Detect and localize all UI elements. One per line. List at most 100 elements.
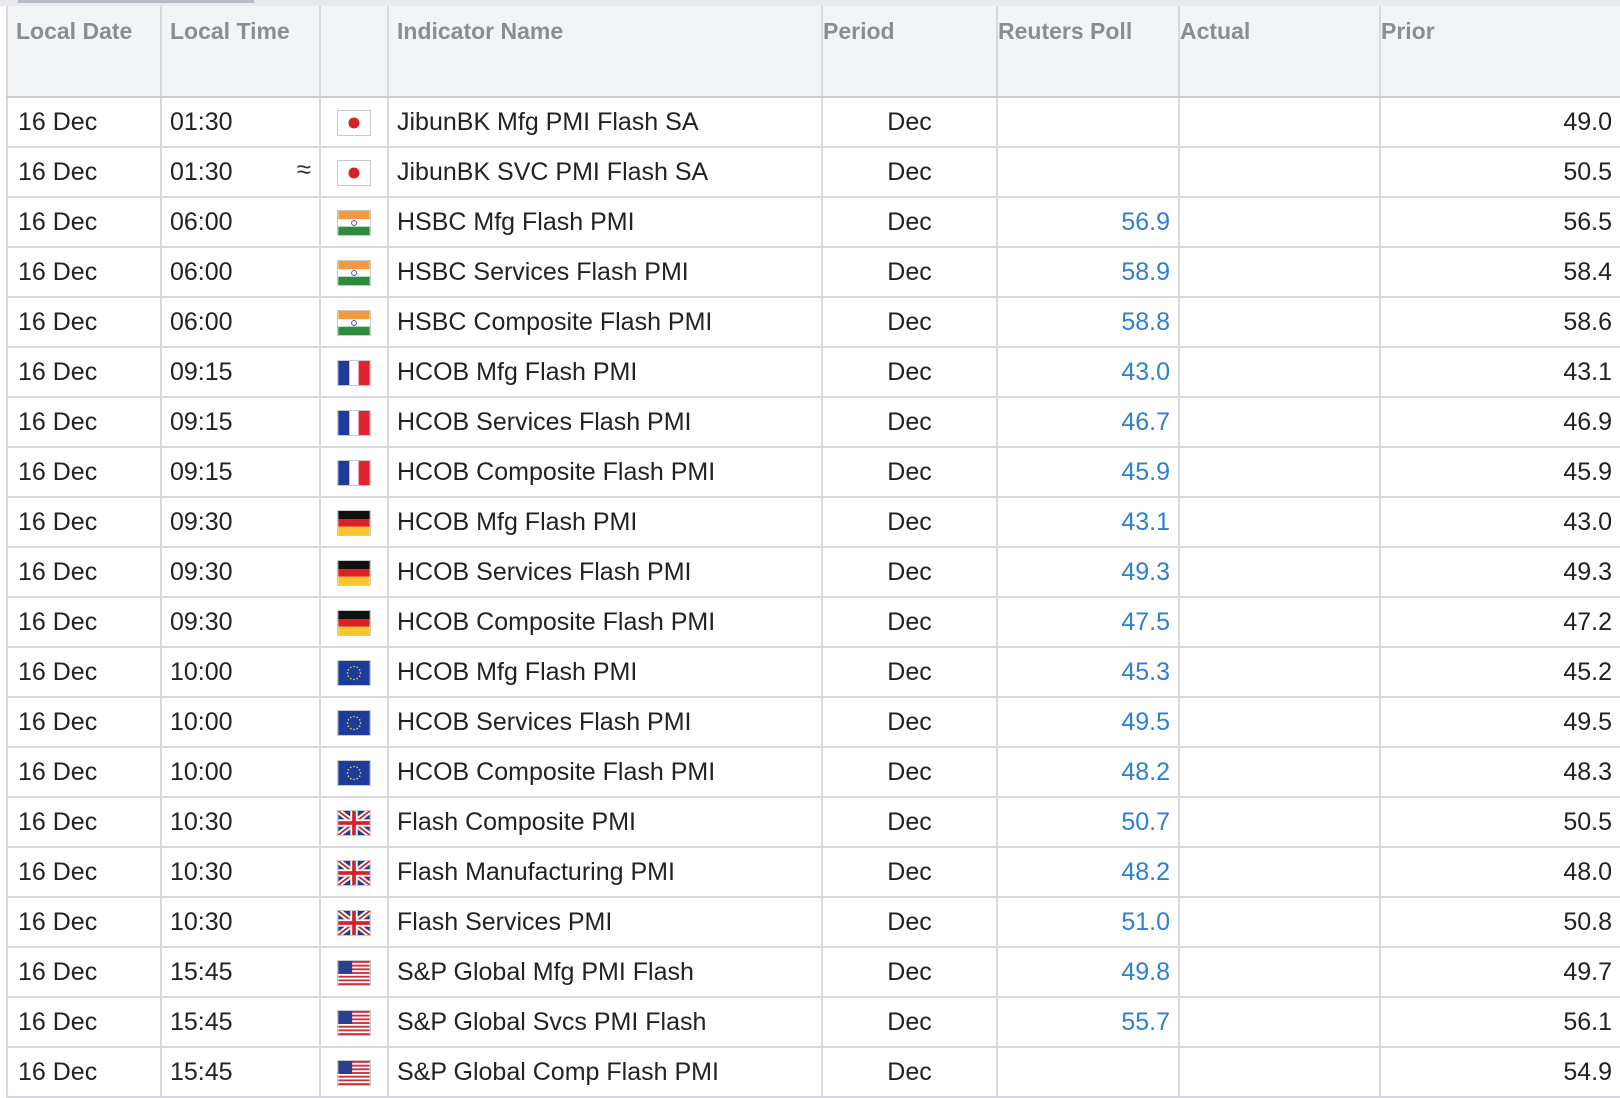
table-row[interactable]: 16 Dec 09:15 HCOB Services Flash PMI Dec 46.…	[6, 397, 1620, 448]
cell-reuters-poll[interactable]: 58.8	[997, 297, 1180, 348]
cell-reuters-poll[interactable]: 43.0	[997, 347, 1180, 398]
cell-reuters-poll[interactable]: 45.9	[997, 447, 1180, 498]
cell-actual	[1179, 597, 1381, 648]
cell-indicator-name[interactable]: S&P Global Svcs PMI Flash	[388, 997, 823, 1048]
france-flag-icon	[337, 459, 371, 486]
cell-indicator-name[interactable]: HSBC Mfg Flash PMI	[388, 197, 823, 248]
cell-reuters-poll[interactable]: 58.9	[997, 247, 1180, 298]
cell-reuters-poll[interactable]: 49.5	[997, 697, 1180, 748]
cell-country-flag	[320, 547, 389, 598]
cell-local-time: 06:00	[161, 247, 321, 298]
cell-reuters-poll[interactable]: 51.0	[997, 897, 1180, 948]
table-row[interactable]: 16 Dec 06:00 HSBC Mfg Flash PMI Dec 56.9 56.5	[6, 197, 1620, 248]
cell-reuters-poll[interactable]: 47.5	[997, 597, 1180, 648]
table-row[interactable]: 16 Dec 09:30 HCOB Mfg Flash PMI Dec 43.1 43.0	[6, 497, 1620, 548]
cell-reuters-poll[interactable]: 49.3	[997, 547, 1180, 598]
cell-local-date: 16 Dec	[6, 497, 162, 548]
cell-prior: 50.5	[1380, 797, 1620, 848]
cell-local-time: 06:00	[161, 297, 321, 348]
table-row[interactable]: 16 Dec 06:00 HSBC Services Flash PMI Dec 58.…	[6, 247, 1620, 298]
table-row[interactable]: 16 Dec 10:30 Flash Manufacturing PMI Dec 48.…	[6, 847, 1620, 898]
cell-reuters-poll[interactable]	[997, 97, 1180, 148]
column-header-period[interactable]: Period	[822, 6, 998, 98]
cell-indicator-name[interactable]: HCOB Mfg Flash PMI	[388, 497, 823, 548]
table-row[interactable]: 16 Dec 09:15 HCOB Mfg Flash PMI Dec 43.0 43.1	[6, 347, 1620, 398]
cell-country-flag	[320, 497, 389, 548]
table-row[interactable]: 16 Dec 01:30 ≈ JibunBK SVC PMI Flash SA Dec 5…	[6, 147, 1620, 198]
table-row[interactable]: 16 Dec 09:30 HCOB Services Flash PMI Dec 49.…	[6, 547, 1620, 598]
cell-indicator-name[interactable]: HCOB Mfg Flash PMI	[388, 347, 823, 398]
table-row[interactable]: 16 Dec 01:30 JibunBK Mfg PMI Flash SA Dec 49…	[6, 97, 1620, 148]
cell-indicator-name[interactable]: S&P Global Mfg PMI Flash	[388, 947, 823, 998]
cell-reuters-poll[interactable]: 48.2	[997, 747, 1180, 798]
time-text: 10:00	[170, 657, 233, 686]
cell-prior: 43.0	[1380, 497, 1620, 548]
cell-country-flag	[320, 797, 389, 848]
cell-local-time: 15:45	[161, 1047, 321, 1098]
cell-indicator-name[interactable]: HCOB Services Flash PMI	[388, 697, 823, 748]
column-header-local-time[interactable]: Local Time	[161, 6, 321, 98]
time-text: 09:30	[170, 507, 233, 536]
cell-indicator-name[interactable]: JibunBK SVC PMI Flash SA	[388, 147, 823, 198]
table-row[interactable]: 16 Dec 10:00 HCOB Mfg Flash PMI Dec 45.3 45.2	[6, 647, 1620, 698]
table-row[interactable]: 16 Dec 09:30 HCOB Composite Flash PMI Dec 47…	[6, 597, 1620, 648]
cell-reuters-poll[interactable]: 49.8	[997, 947, 1180, 998]
cell-indicator-name[interactable]: HCOB Services Flash PMI	[388, 397, 823, 448]
column-header-actual[interactable]: Actual	[1179, 6, 1381, 98]
cell-indicator-name[interactable]: HCOB Composite Flash PMI	[388, 597, 823, 648]
cell-indicator-name[interactable]: HCOB Services Flash PMI	[388, 547, 823, 598]
cell-indicator-name[interactable]: HCOB Composite Flash PMI	[388, 747, 823, 798]
cell-local-time: 10:30	[161, 797, 321, 848]
cell-country-flag	[320, 597, 389, 648]
time-text: 09:15	[170, 357, 233, 386]
cell-indicator-name[interactable]: HCOB Composite Flash PMI	[388, 447, 823, 498]
cell-prior: 47.2	[1380, 597, 1620, 648]
table-row[interactable]: 16 Dec 06:00 HSBC Composite Flash PMI Dec 58…	[6, 297, 1620, 348]
cell-reuters-poll[interactable]: 43.1	[997, 497, 1180, 548]
cell-country-flag	[320, 147, 389, 198]
cell-country-flag	[320, 447, 389, 498]
cell-local-time: 09:15	[161, 397, 321, 448]
cell-indicator-name[interactable]: JibunBK Mfg PMI Flash SA	[388, 97, 823, 148]
column-header-local-date[interactable]: Local Date	[6, 6, 162, 98]
cell-indicator-name[interactable]: HSBC Composite Flash PMI	[388, 297, 823, 348]
cell-local-date: 16 Dec	[6, 297, 162, 348]
cell-local-time: 09:30	[161, 547, 321, 598]
table-row[interactable]: 16 Dec 15:45 S&P Global Mfg PMI Flash Dec 49…	[6, 947, 1620, 998]
cell-indicator-name[interactable]: HCOB Mfg Flash PMI	[388, 647, 823, 698]
time-text: 06:00	[170, 257, 233, 286]
table-row[interactable]: 16 Dec 15:45 S&P Global Svcs PMI Flash Dec 5…	[6, 997, 1620, 1048]
cell-prior: 49.7	[1380, 947, 1620, 998]
column-header-reuters-poll[interactable]: Reuters Poll	[997, 6, 1180, 98]
cell-indicator-name[interactable]: Flash Services PMI	[388, 897, 823, 948]
cell-reuters-poll[interactable]: 56.9	[997, 197, 1180, 248]
cell-prior: 49.3	[1380, 547, 1620, 598]
cell-reuters-poll[interactable]: 50.7	[997, 797, 1180, 848]
cell-indicator-name[interactable]: S&P Global Comp Flash PMI	[388, 1047, 823, 1098]
cell-period: Dec	[822, 1047, 998, 1098]
column-header-prior[interactable]: Prior	[1380, 6, 1620, 98]
uk-flag-icon	[337, 809, 371, 836]
column-header-indicator-name[interactable]: Indicator Name	[388, 6, 823, 98]
cell-local-date: 16 Dec	[6, 647, 162, 698]
cell-period: Dec	[822, 547, 998, 598]
table-row[interactable]: 16 Dec 10:00 HCOB Composite Flash PMI Dec 48…	[6, 747, 1620, 798]
table-row[interactable]: 16 Dec 09:15 HCOB Composite Flash PMI Dec 45…	[6, 447, 1620, 498]
cell-reuters-poll[interactable]: 55.7	[997, 997, 1180, 1048]
cell-indicator-name[interactable]: Flash Manufacturing PMI	[388, 847, 823, 898]
active-tab-indicator[interactable]	[18, 0, 254, 3]
table-row[interactable]: 16 Dec 10:30 Flash Composite PMI Dec 50.7 50.…	[6, 797, 1620, 848]
table-row[interactable]: 16 Dec 15:45 S&P Global Comp Flash PMI Dec 5…	[6, 1047, 1620, 1098]
cell-reuters-poll[interactable]: 45.3	[997, 647, 1180, 698]
table-row[interactable]: 16 Dec 10:00 HCOB Services Flash PMI Dec 49.…	[6, 697, 1620, 748]
cell-indicator-name[interactable]: HSBC Services Flash PMI	[388, 247, 823, 298]
cell-reuters-poll[interactable]: 46.7	[997, 397, 1180, 448]
cell-reuters-poll[interactable]	[997, 147, 1180, 198]
cell-reuters-poll[interactable]: 48.2	[997, 847, 1180, 898]
cell-local-time: 15:45	[161, 997, 321, 1048]
table-row[interactable]: 16 Dec 10:30 Flash Services PMI Dec 51.0 50.8	[6, 897, 1620, 948]
cell-period: Dec	[822, 597, 998, 648]
cell-indicator-name[interactable]: Flash Composite PMI	[388, 797, 823, 848]
cell-period: Dec	[822, 297, 998, 348]
cell-reuters-poll[interactable]	[997, 1047, 1180, 1098]
